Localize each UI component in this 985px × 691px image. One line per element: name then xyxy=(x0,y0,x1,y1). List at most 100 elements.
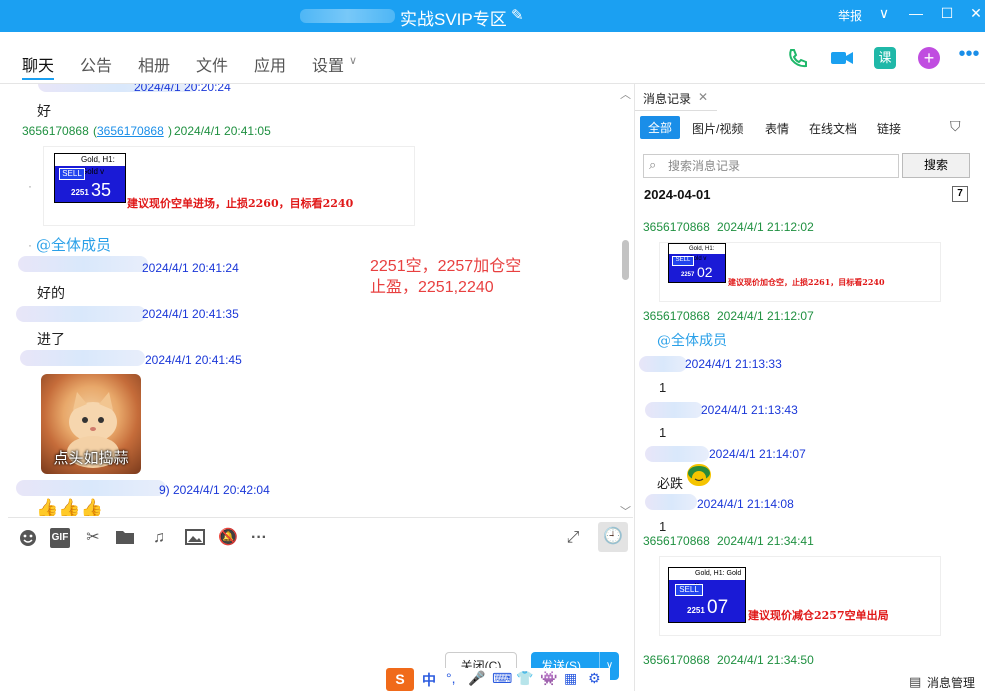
cat-sticker[interactable]: 点头如捣蒜 xyxy=(41,374,141,474)
group-nav: 聊天 公告 相册 文件 应用 设置 ∨ 课 + ••• xyxy=(0,32,985,84)
tab-apps[interactable]: 应用 xyxy=(254,52,286,76)
filter-docs[interactable]: 在线文档 xyxy=(809,120,857,137)
gif-icon[interactable]: GIF xyxy=(50,528,70,548)
blurred-sender xyxy=(18,256,148,272)
tab-chat[interactable]: 聊天 xyxy=(22,52,54,76)
entry-time: 2024/4/1 21:14:08 xyxy=(697,497,794,511)
calendar-icon[interactable]: 7 xyxy=(952,186,968,202)
filter-links[interactable]: 链接 xyxy=(877,120,901,137)
filter-icon[interactable]: ⛉ xyxy=(950,118,961,135)
music-icon[interactable]: ♫ xyxy=(149,528,169,548)
history-search-button[interactable]: 搜索 xyxy=(902,153,970,178)
mic-icon[interactable]: 🎤 xyxy=(468,670,485,687)
close-history-icon[interactable]: ✕ xyxy=(698,90,708,104)
message-history-panel: 消息记录 ✕ 全部 图片/视频 表情 在线文档 链接 ⛉ 搜索消息记录 ⌕ 搜索… xyxy=(634,84,985,691)
bullet: · xyxy=(28,179,32,193)
entry-text: 1 xyxy=(659,380,667,395)
more-icon[interactable]: ••• xyxy=(958,44,980,69)
sender-link[interactable]: 3656170868 xyxy=(97,124,164,138)
blurred-sender xyxy=(645,494,697,510)
window-title: 实战SVIP专区 xyxy=(400,10,507,29)
blurred-sender xyxy=(16,306,146,322)
keyboard-icon[interactable]: ⌨ xyxy=(492,670,512,687)
history-date: 2024-04-01 xyxy=(644,187,711,202)
history-trade-card[interactable]: Gold, H1: Gold v SELL 2251 07 建议现价减仓2257… xyxy=(659,556,941,636)
minimize-button[interactable]: — xyxy=(906,5,926,21)
trade-widget-header: Gold, H1: Gold v xyxy=(669,568,745,589)
maximize-button[interactable]: ☐ xyxy=(937,5,957,22)
title-bar: 实战SVIP专区 ✎ 举报 ∨ — ☐ ✕ xyxy=(0,0,985,32)
history-trade-card[interactable]: Gold, H1: Gold v SELL 2257 02 建议现价加仓空，止损… xyxy=(659,242,941,302)
filter-stickers[interactable]: 表情 xyxy=(765,120,789,137)
tab-album[interactable]: 相册 xyxy=(138,52,170,76)
video-call-icon[interactable] xyxy=(830,47,853,69)
ime-mode[interactable]: 中 xyxy=(422,670,436,690)
close-window-button[interactable]: ✕ xyxy=(966,5,985,22)
entry-text: 1 xyxy=(659,519,667,534)
scissors-icon[interactable]: ✂ xyxy=(83,528,103,548)
message-text: 好的 xyxy=(37,285,65,301)
chat-scrollbar-thumb[interactable] xyxy=(622,240,629,280)
history-search-input[interactable]: 搜索消息记录 xyxy=(643,154,899,178)
sell-label: SELL xyxy=(672,256,694,266)
ime-settings-icon[interactable]: ⚙ xyxy=(588,670,601,687)
expand-icon[interactable]: ⤢ xyxy=(563,528,583,548)
entry-sender: 3656170868 xyxy=(643,534,710,548)
edit-title-icon[interactable]: ✎ xyxy=(511,6,524,24)
mention-all: @全体成员 xyxy=(657,333,727,349)
blurred-sender xyxy=(16,480,166,496)
entry-text: 1 xyxy=(659,425,667,440)
entry-time: 2024/4/1 21:14:07 xyxy=(709,447,806,461)
signal-note: 建议现价减仓2257空单出局 xyxy=(748,609,889,622)
settings-caret-icon[interactable]: ∨ xyxy=(349,54,357,67)
history-clock-icon[interactable]: 🕘 xyxy=(598,522,628,552)
filter-all[interactable]: 全部 xyxy=(640,116,681,139)
add-app-icon[interactable]: + xyxy=(918,47,940,69)
message-manage-button[interactable]: 消息管理 xyxy=(927,674,975,691)
folder-icon[interactable] xyxy=(115,528,135,548)
red-annotation: 2251空，2257加仓空 止盈，2251,2240 xyxy=(370,258,522,296)
message-text: 进了 xyxy=(37,331,65,347)
mute-icon[interactable]: 🔕 xyxy=(218,528,238,548)
image-icon[interactable] xyxy=(185,528,205,548)
skin-icon[interactable]: 👕 xyxy=(516,670,533,687)
paren-close: ) xyxy=(168,124,172,138)
voice-call-icon[interactable] xyxy=(786,47,808,69)
more-tools-icon[interactable]: ··· xyxy=(249,528,269,548)
signal-note: 建议现价加仓空，止损2261，目标看2240 xyxy=(728,277,885,287)
entry-time: 2024/4/1 21:34:41 xyxy=(717,534,814,548)
message-sender[interactable]: 3656170868 xyxy=(22,124,89,138)
collapse-icon[interactable]: ∨ xyxy=(874,5,894,22)
toolbox-icon[interactable]: ▦ xyxy=(564,670,577,687)
message-time: 2024/4/1 20:20:24 xyxy=(134,84,231,94)
punct-icon[interactable]: °, xyxy=(446,670,456,686)
trade-widget-header: Gold, H1: Gold v xyxy=(55,154,125,176)
report-button[interactable]: 举报 xyxy=(838,7,862,24)
signal-note: 建议现价空单进场，止损2260，目标看2240 xyxy=(127,197,354,210)
tab-announcement[interactable]: 公告 xyxy=(80,52,112,76)
filter-media[interactable]: 图片/视频 xyxy=(692,120,743,137)
trade-signal-card[interactable]: Gold, H1: Gold v SELL 2251 35 建议现价空单进场，止… xyxy=(43,146,415,226)
active-tab-indicator xyxy=(22,78,54,80)
message-time: 2024/4/1 20:41:35 xyxy=(142,307,239,321)
input-toolbar: GIF ✂ ♫ 🔕 ··· ⤢ 🕘 xyxy=(8,517,633,557)
message-time: 2024/4/1 20:42:04 xyxy=(173,483,270,497)
course-icon[interactable]: 课 xyxy=(874,47,896,69)
entry-time: 2024/4/1 21:13:33 xyxy=(685,357,782,371)
time-prefix: 9) xyxy=(159,483,170,497)
game-icon[interactable]: 👾 xyxy=(540,670,557,687)
manage-icon: ▤ xyxy=(909,674,922,689)
scroll-up-icon[interactable]: ︿ xyxy=(620,86,631,102)
trade-widget-header: Gold, H1: Gold v xyxy=(669,244,725,262)
entry-time: 2024/4/1 21:34:50 xyxy=(717,653,814,667)
sogou-icon[interactable]: S xyxy=(386,668,414,691)
blurred-sender xyxy=(639,356,687,372)
tab-settings[interactable]: 设置 xyxy=(312,52,344,76)
history-tab[interactable]: 消息记录 xyxy=(643,90,691,107)
emoji-icon[interactable] xyxy=(18,528,38,548)
blurred-sender xyxy=(20,350,145,366)
mention-all[interactable]: @全体成员 xyxy=(36,234,111,255)
history-list[interactable]: 3656170868 2024/4/1 21:12:02 Gold, H1: G… xyxy=(635,208,985,668)
tab-files[interactable]: 文件 xyxy=(196,52,228,76)
sell-label: SELL xyxy=(675,584,703,596)
